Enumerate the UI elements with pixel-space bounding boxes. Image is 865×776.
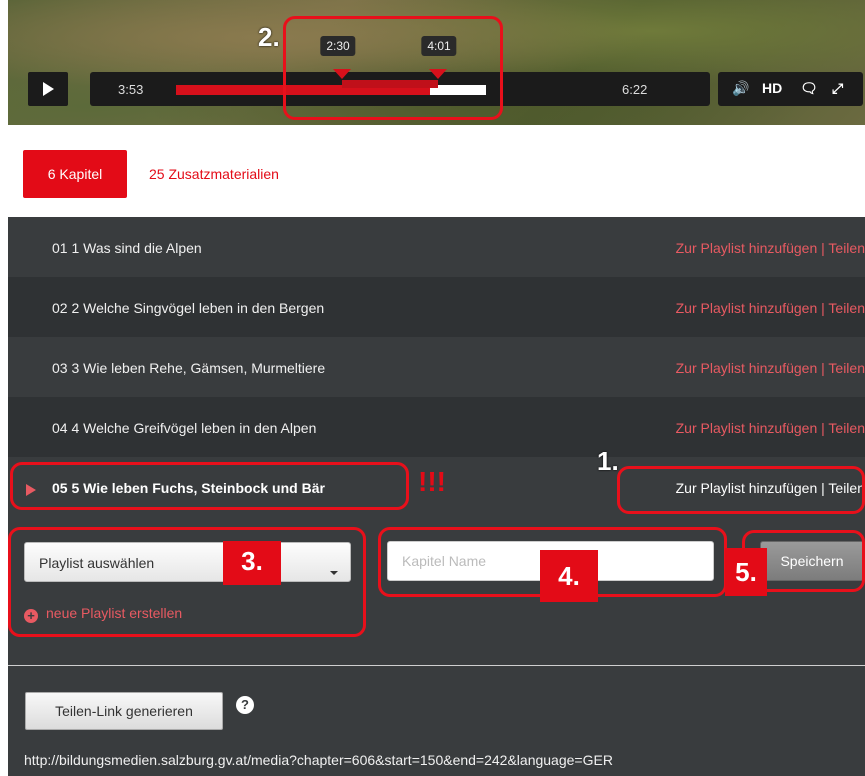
annotation-number-5: 5.: [725, 548, 767, 596]
annotation-number-3: 3.: [223, 541, 281, 585]
chapter-actions[interactable]: Zur Playlist hinzufügen | Teilen: [676, 360, 865, 376]
annotation-number-4: 4.: [540, 550, 598, 602]
annotation-box-1: [617, 466, 865, 514]
annotation-exclaim: !!!: [418, 466, 446, 497]
fullscreen-icon[interactable]: ⤢: [832, 80, 843, 97]
chapter-actions[interactable]: Zur Playlist hinzufügen | Teilen: [676, 420, 865, 436]
annotation-box-2: [283, 16, 503, 120]
hd-button[interactable]: HD: [762, 80, 782, 96]
volume-icon[interactable]: 🔊: [732, 80, 749, 97]
share-panel: Teilen-Link generieren ? http://bildungs…: [8, 665, 865, 776]
annotation-box-3: [8, 527, 366, 637]
current-time: 3:53: [118, 82, 144, 97]
player-icons: 🔊 HD 🗨 ⤢: [718, 72, 863, 106]
chapter-actions[interactable]: Zur Playlist hinzufügen | Teilen: [676, 300, 865, 316]
tab-materials[interactable]: 25 Zusatzmaterialien: [149, 166, 279, 182]
chapter-row[interactable]: 03 3 Wie leben Rehe, Gämsen, Murmeltiere…: [8, 337, 865, 397]
chapter-row[interactable]: 02 2 Welche Singvögel leben in den Berge…: [8, 277, 865, 337]
chapter-title[interactable]: 04 4 Welche Greifvögel leben in den Alpe…: [52, 420, 316, 436]
duration-time: 6:22: [622, 82, 648, 97]
chapter-title[interactable]: 01 1 Was sind die Alpen: [52, 240, 202, 256]
generate-share-link-button[interactable]: Teilen-Link generieren: [25, 692, 223, 730]
tab-chapters[interactable]: 6 Kapitel: [23, 150, 127, 198]
chapter-row[interactable]: 01 1 Was sind die Alpen Zur Playlist hin…: [8, 217, 865, 277]
help-icon[interactable]: ?: [236, 696, 254, 714]
annotation-number-1: 1.: [597, 446, 619, 476]
chapter-title[interactable]: 02 2 Welche Singvögel leben in den Berge…: [52, 300, 324, 316]
annotation-box-active-chapter: [10, 462, 409, 510]
tab-bar: 6 Kapitel 25 Zusatzmaterialien: [8, 125, 865, 217]
chapter-actions[interactable]: Zur Playlist hinzufügen | Teilen: [676, 240, 865, 256]
chat-icon[interactable]: 🗨: [800, 80, 818, 97]
chapter-row[interactable]: 04 4 Welche Greifvögel leben in den Alpe…: [8, 397, 865, 457]
annotation-number-2: 2.: [258, 22, 280, 52]
play-button[interactable]: [28, 72, 68, 106]
share-url: http://bildungsmedien.salzburg.gv.at/med…: [24, 752, 613, 768]
chapter-title[interactable]: 03 3 Wie leben Rehe, Gämsen, Murmeltiere: [52, 360, 325, 376]
